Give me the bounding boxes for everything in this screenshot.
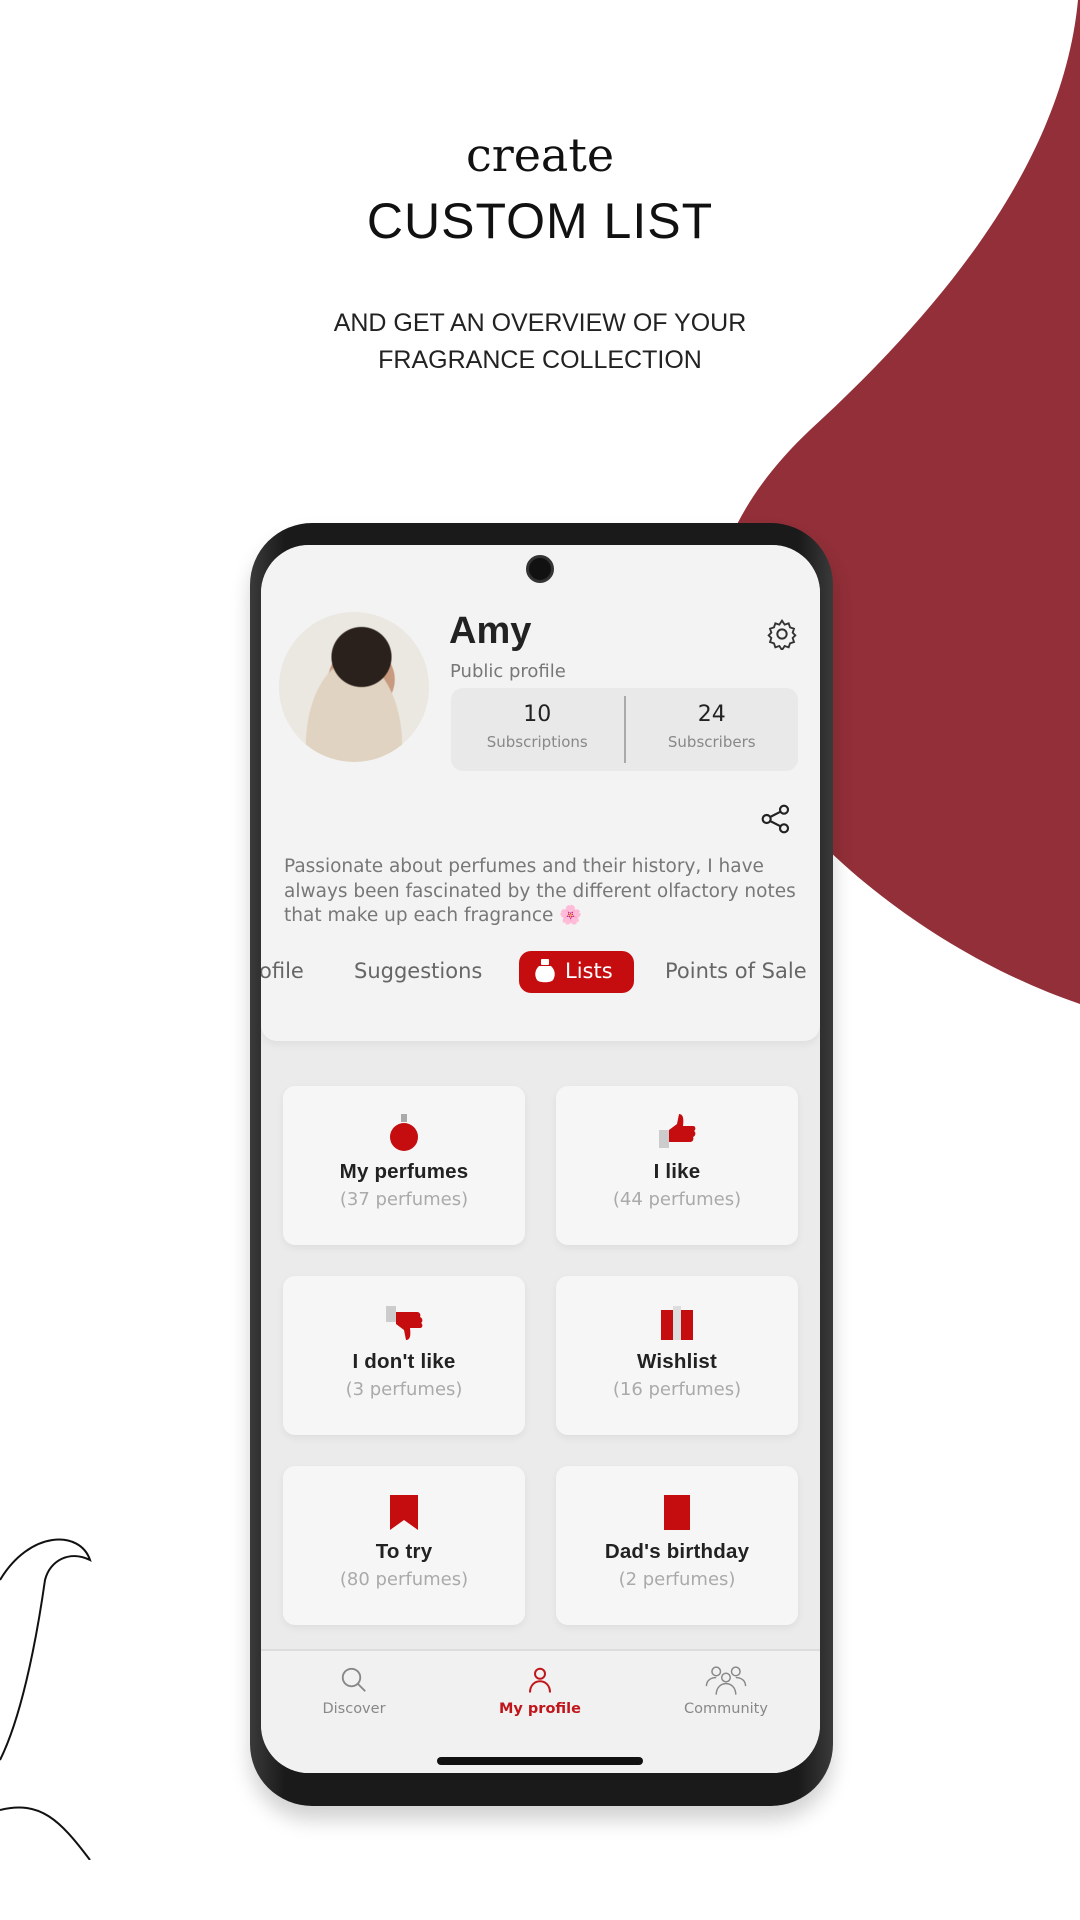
list-card-dads-birthday[interactable]: Dad's birthday (2 perfumes) (556, 1466, 798, 1625)
list-title: I don't like (352, 1350, 456, 1373)
front-camera (526, 555, 554, 583)
subscriptions-stat[interactable]: 10 Subscriptions (451, 688, 624, 771)
share-icon[interactable] (760, 803, 792, 835)
list-count: (3 perfumes) (345, 1379, 463, 1400)
thumbs-down-icon (386, 1306, 423, 1340)
headline-title: CUSTOM LIST (366, 193, 714, 249)
phone-screen: Amy Public profile 10 Subscriptions 24 Sub… (261, 545, 820, 1773)
headline-subtitle: AND GET AN OVERVIEW OF YOUR FRAGRANCE CO… (0, 305, 1080, 379)
bottom-nav: Discover My profile Community (261, 1649, 820, 1773)
profile-tabs: ofile Suggestions Lists Points of Sale (261, 951, 820, 993)
nav-my-profile[interactable]: My profile (447, 1665, 633, 1717)
avatar[interactable] (279, 612, 429, 762)
thumbs-up-icon (659, 1114, 696, 1148)
list-count: (37 perfumes) (339, 1189, 469, 1210)
list-title: Dad's birthday (604, 1540, 750, 1563)
list-title: My perfumes (339, 1160, 469, 1183)
perfume-bottle-icon (535, 959, 555, 983)
list-count: (2 perfumes) (618, 1569, 736, 1590)
list-card-my-perfumes[interactable]: My perfumes (37 perfumes) (283, 1086, 525, 1245)
nav-label: My profile (499, 1701, 581, 1717)
list-card-i-like[interactable]: I like (44 perfumes) (556, 1086, 798, 1245)
subscriptions-label: Subscriptions (486, 733, 588, 751)
stats-box: 10 Subscriptions 24 Subscribers (451, 688, 798, 771)
tab-suggestions[interactable]: Suggestions (354, 959, 482, 983)
list-book-icon (664, 1495, 690, 1530)
home-indicator[interactable] (437, 1757, 643, 1765)
list-card-i-dont-like[interactable]: I don't like (3 perfumes) (283, 1276, 525, 1435)
tab-lists[interactable]: Lists (519, 951, 634, 993)
tab-lists-label: Lists (565, 959, 613, 983)
subscribers-count: 24 (697, 702, 726, 727)
gear-icon[interactable] (766, 618, 798, 650)
list-count: (80 perfumes) (339, 1569, 469, 1590)
tab-points-of-sale[interactable]: Points of Sale (665, 959, 807, 983)
community-icon (705, 1666, 747, 1695)
nav-discover[interactable]: Discover (261, 1665, 447, 1717)
list-title: I like (653, 1160, 701, 1183)
list-count: (44 perfumes) (612, 1189, 742, 1210)
profile-header: Amy Public profile 10 Subscriptions 24 Sub… (261, 545, 820, 1041)
user-icon (529, 1667, 551, 1693)
search-icon (341, 1667, 366, 1692)
subscribers-stat[interactable]: 24 Subscribers (626, 688, 799, 771)
subscribers-label: Subscribers (667, 733, 756, 751)
headline-script: create (465, 128, 615, 182)
feather-drawing (0, 1538, 92, 1860)
gift-icon (661, 1306, 693, 1340)
bookmark-icon (390, 1495, 418, 1530)
list-card-wishlist[interactable]: Wishlist (16 perfumes) (556, 1276, 798, 1435)
nav-label: Community (684, 1701, 768, 1717)
subscriptions-count: 10 (523, 702, 552, 727)
list-card-to-try[interactable]: To try (80 perfumes) (283, 1466, 525, 1625)
list-title: Wishlist (636, 1350, 717, 1373)
nav-label: Discover (322, 1701, 386, 1717)
tab-profile[interactable]: ofile (261, 959, 304, 983)
profile-bio: Passionate about perfumes and their hist… (284, 856, 796, 926)
list-count: (16 perfumes) (612, 1379, 742, 1400)
nav-community[interactable]: Community (633, 1665, 819, 1717)
list-title: To try (375, 1540, 433, 1563)
perfume-bottle-icon (390, 1114, 418, 1151)
subtitle-line: FRAGRANCE COLLECTION (378, 346, 702, 374)
profile-visibility: Public profile (450, 661, 566, 682)
profile-name: Amy (449, 610, 532, 652)
subtitle-line: AND GET AN OVERVIEW OF YOUR (333, 309, 747, 337)
